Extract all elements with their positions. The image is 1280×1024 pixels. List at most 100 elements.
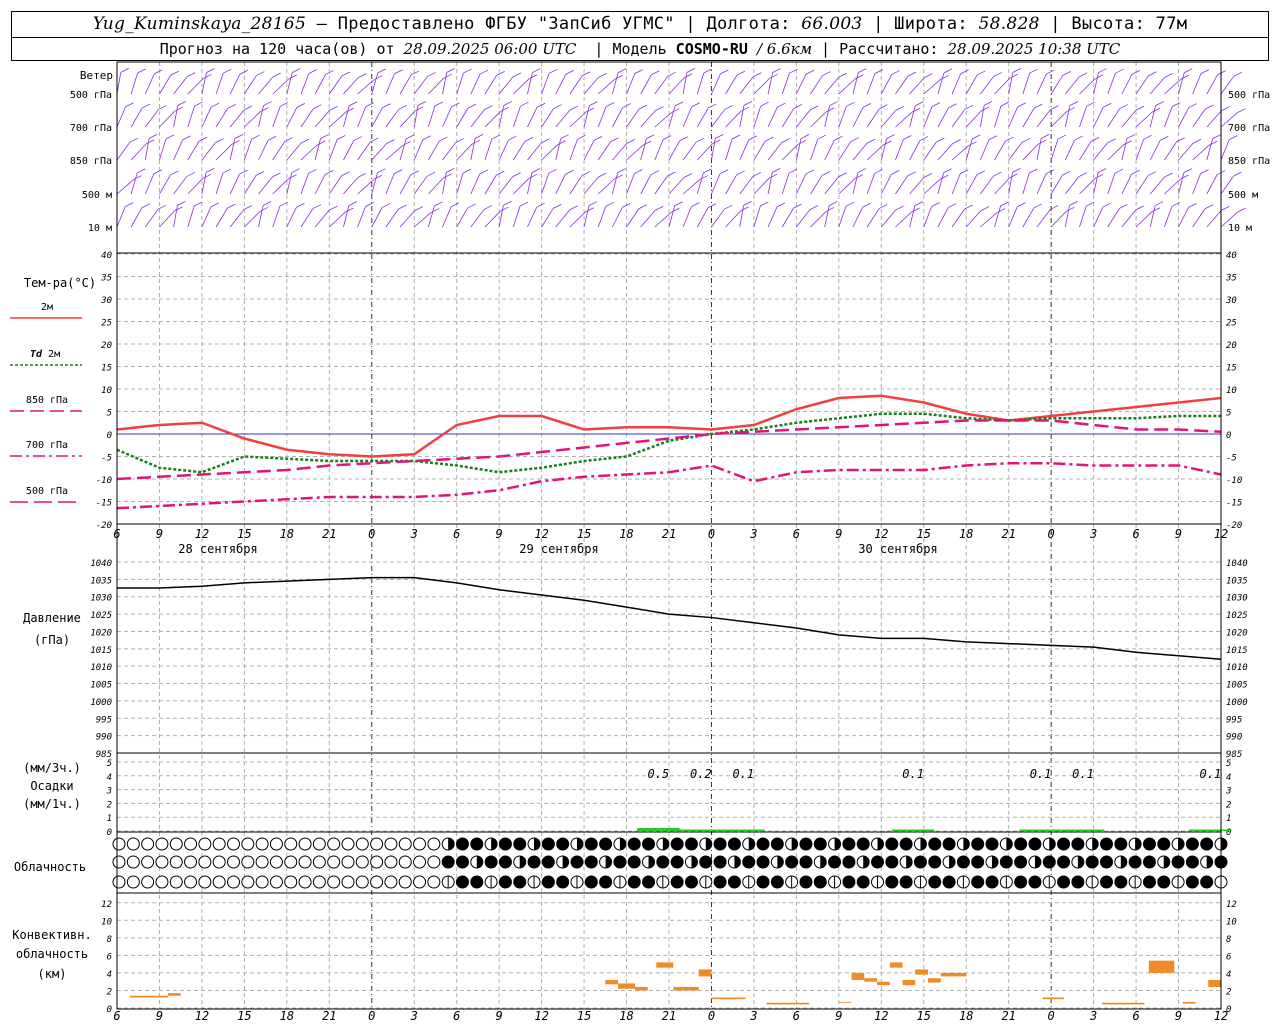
wind-barb bbox=[498, 205, 504, 228]
wind-barb bbox=[144, 208, 159, 228]
wind-barb bbox=[923, 79, 941, 95]
cloud-cover-symbol bbox=[670, 855, 684, 869]
wind-barb-feather bbox=[1050, 105, 1059, 111]
wind-barb-feather bbox=[296, 103, 306, 108]
wind-barb bbox=[711, 138, 716, 161]
precip-bar bbox=[722, 829, 765, 831]
temp-tick-right: -20 bbox=[1226, 521, 1242, 531]
conv-tick-right: 6 bbox=[1226, 952, 1231, 962]
cloud-cover-symbol bbox=[126, 855, 140, 869]
wind-barb-feather bbox=[776, 202, 786, 208]
cloud-cover-symbol bbox=[1071, 875, 1085, 889]
wind-barb bbox=[696, 107, 709, 128]
wind-barb-feather bbox=[993, 72, 1002, 77]
wind-barb bbox=[626, 173, 635, 195]
cloud-cover-symbol bbox=[384, 875, 398, 889]
conv-tick-right: 8 bbox=[1226, 935, 1231, 945]
temp-tick-left: 10 bbox=[101, 386, 112, 396]
wind-barb bbox=[880, 138, 888, 161]
cloud-cover-symbol bbox=[584, 855, 598, 869]
wind-barb-feather bbox=[662, 135, 672, 140]
cloud-cover-symbol bbox=[470, 875, 484, 889]
wind-barb bbox=[470, 173, 481, 195]
cloud-cover-symbol bbox=[284, 875, 298, 889]
wind-barb-feather bbox=[1176, 137, 1185, 143]
wind-barb bbox=[923, 106, 933, 128]
wind-barb-feather bbox=[703, 68, 712, 74]
wind-barb bbox=[513, 78, 530, 95]
wind-barb-feather bbox=[345, 107, 354, 113]
conv-ylabel-1: Конвективн. bbox=[12, 928, 91, 942]
cloud-cover-symbol bbox=[141, 855, 155, 869]
cloud-cover-symbol bbox=[799, 855, 813, 869]
wind-barb-feather bbox=[205, 168, 215, 173]
wind-barb bbox=[442, 142, 457, 161]
wind-barb-feather bbox=[1119, 104, 1128, 109]
wind-barb bbox=[824, 176, 839, 195]
cloud-cover-symbol bbox=[1200, 875, 1214, 889]
cloud-cover-symbol bbox=[684, 837, 698, 851]
temp-legend-label: 2м bbox=[41, 302, 53, 313]
wind-barb-feather bbox=[512, 172, 521, 178]
hour-tick: 0 bbox=[368, 527, 375, 541]
wind-barb bbox=[626, 208, 640, 228]
cloud-cover-symbol bbox=[355, 855, 369, 869]
precip-amount-label: 0.1 bbox=[732, 767, 754, 781]
press-tick-right: 1030 bbox=[1226, 594, 1248, 604]
hour-tick-bottom: 6 bbox=[1132, 1009, 1139, 1023]
wind-barb-feather bbox=[634, 169, 643, 174]
wind-barb-feather bbox=[838, 72, 848, 78]
wind-barb bbox=[1050, 111, 1067, 128]
wind-barb-feather bbox=[854, 74, 864, 80]
wind-barb bbox=[753, 177, 770, 195]
wind-barb bbox=[314, 138, 321, 161]
wind-barb bbox=[640, 210, 656, 228]
wind-barb bbox=[1093, 107, 1104, 128]
wind-barb bbox=[541, 73, 550, 95]
wind-barb bbox=[470, 209, 485, 228]
wind-barb bbox=[144, 173, 155, 195]
wind-barb bbox=[682, 179, 701, 195]
wind-barb-feather bbox=[943, 68, 953, 74]
wind-barb bbox=[1178, 172, 1185, 195]
press-tick-right: 1005 bbox=[1226, 681, 1248, 691]
cloud-cover-symbol bbox=[756, 837, 770, 851]
wind-barb bbox=[484, 111, 501, 128]
wind-barb bbox=[130, 207, 143, 228]
wind-barb bbox=[314, 209, 330, 228]
wind-barb-feather bbox=[1221, 206, 1230, 211]
wind-barb-feather bbox=[1078, 72, 1088, 78]
cloud-cover-half bbox=[562, 856, 569, 868]
cloud-cover-half bbox=[777, 856, 784, 868]
cloud-cover-half bbox=[1163, 856, 1170, 868]
wind-barb-feather bbox=[924, 73, 933, 79]
hour-tick: 21 bbox=[1001, 527, 1015, 541]
wind-barb bbox=[329, 211, 346, 228]
cloud-cover-half bbox=[1006, 838, 1013, 850]
cloud-cover-symbol bbox=[527, 855, 541, 869]
hour-tick: 21 bbox=[322, 527, 336, 541]
cloud-cover-symbol bbox=[770, 875, 784, 889]
press-tick-left: 995 bbox=[96, 715, 112, 725]
wind-barb bbox=[767, 172, 773, 195]
cloud-cover-symbol bbox=[713, 855, 727, 869]
cloud-cover-symbol bbox=[642, 837, 656, 851]
wind-barb-feather bbox=[1183, 168, 1193, 174]
wind-barb-feather bbox=[202, 173, 212, 179]
cloud-cover-half bbox=[863, 856, 870, 868]
wind-barb bbox=[428, 140, 440, 161]
wind-barb bbox=[569, 211, 587, 228]
wind-barb bbox=[937, 72, 945, 95]
wind-barb bbox=[286, 142, 302, 161]
wind-barb bbox=[866, 173, 876, 195]
cloud-cover-symbol bbox=[212, 837, 226, 851]
wind-barb-feather bbox=[838, 172, 847, 178]
wind-barb bbox=[852, 72, 859, 95]
wind-barb bbox=[696, 72, 705, 95]
wind-barb bbox=[1206, 174, 1218, 195]
wind-barb-feather bbox=[528, 174, 538, 179]
cloud-cover-symbol bbox=[427, 837, 441, 851]
wind-barb bbox=[909, 105, 916, 128]
hour-tick-bottom: 12 bbox=[534, 1009, 548, 1023]
wind-barb bbox=[654, 175, 668, 195]
